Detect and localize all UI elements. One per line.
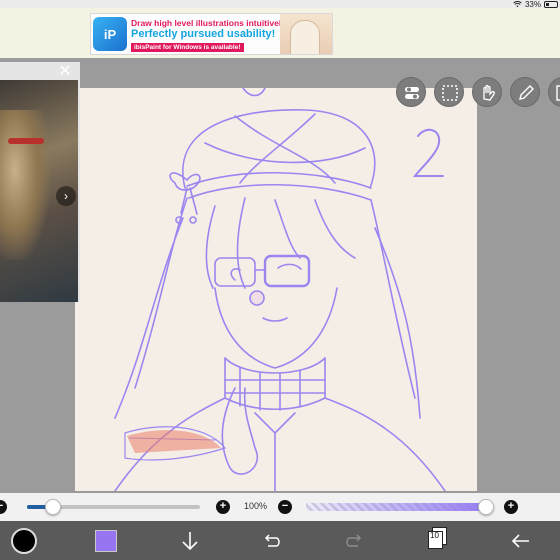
ad-banner[interactable]: iP Draw high level illustrations intuiti…: [90, 13, 333, 55]
drawing-canvas[interactable]: [75, 88, 477, 491]
color-swatch: [95, 530, 117, 552]
ibispaint-logo-icon: iP: [93, 17, 127, 51]
battery-icon: [544, 0, 558, 8]
selection-icon[interactable]: [434, 77, 464, 107]
layers-icon[interactable]: 10: [428, 527, 448, 551]
color-button[interactable]: [93, 528, 119, 554]
toggle-icon[interactable]: [396, 77, 426, 107]
status-bar: 33%: [0, 0, 560, 9]
opacity-minus-button[interactable]: −: [278, 500, 292, 514]
opacity-value: 100%: [244, 501, 268, 511]
ad-subline: ibisPaint for Windows is available!: [131, 43, 244, 52]
ad-character-image: [280, 14, 332, 54]
opacity-slider[interactable]: [306, 499, 494, 515]
brush-size-slider[interactable]: [27, 499, 200, 515]
layer-count: 10: [430, 531, 439, 540]
brush-size-thumb[interactable]: [44, 499, 61, 515]
brush-preview: [11, 528, 37, 554]
workspace[interactable]: ✕ ›: [0, 58, 560, 493]
back-icon[interactable]: [508, 528, 534, 554]
ad-headline: Draw high level illustrations intuitivel…: [131, 18, 289, 28]
slider-bar: − + 100% − +: [0, 493, 560, 521]
size-minus-button[interactable]: −: [0, 500, 7, 514]
hand-icon[interactable]: [472, 77, 502, 107]
ad-bar: iP Draw high level illustrations intuiti…: [0, 8, 560, 58]
size-plus-button[interactable]: +: [216, 500, 230, 514]
redo-icon[interactable]: [341, 528, 367, 554]
wifi-icon: [513, 0, 522, 7]
close-icon[interactable]: ✕: [55, 62, 75, 82]
reference-window[interactable]: ✕ ›: [0, 62, 80, 302]
sketch-drawing: [114, 88, 446, 491]
pen-icon[interactable]: [510, 77, 540, 107]
opacity-plus-button[interactable]: +: [504, 500, 518, 514]
ad-tagline: Perfectly pursued usability!: [131, 28, 276, 40]
undo-icon[interactable]: [259, 528, 285, 554]
brush-icon[interactable]: [11, 528, 37, 554]
chevron-right-icon[interactable]: ›: [56, 186, 76, 206]
bottom-toolbar: 10: [0, 521, 560, 560]
opacity-thumb[interactable]: [478, 499, 494, 515]
save-icon[interactable]: [548, 77, 560, 107]
down-arrow-icon[interactable]: [177, 528, 203, 554]
opacity-fill: [306, 503, 486, 511]
